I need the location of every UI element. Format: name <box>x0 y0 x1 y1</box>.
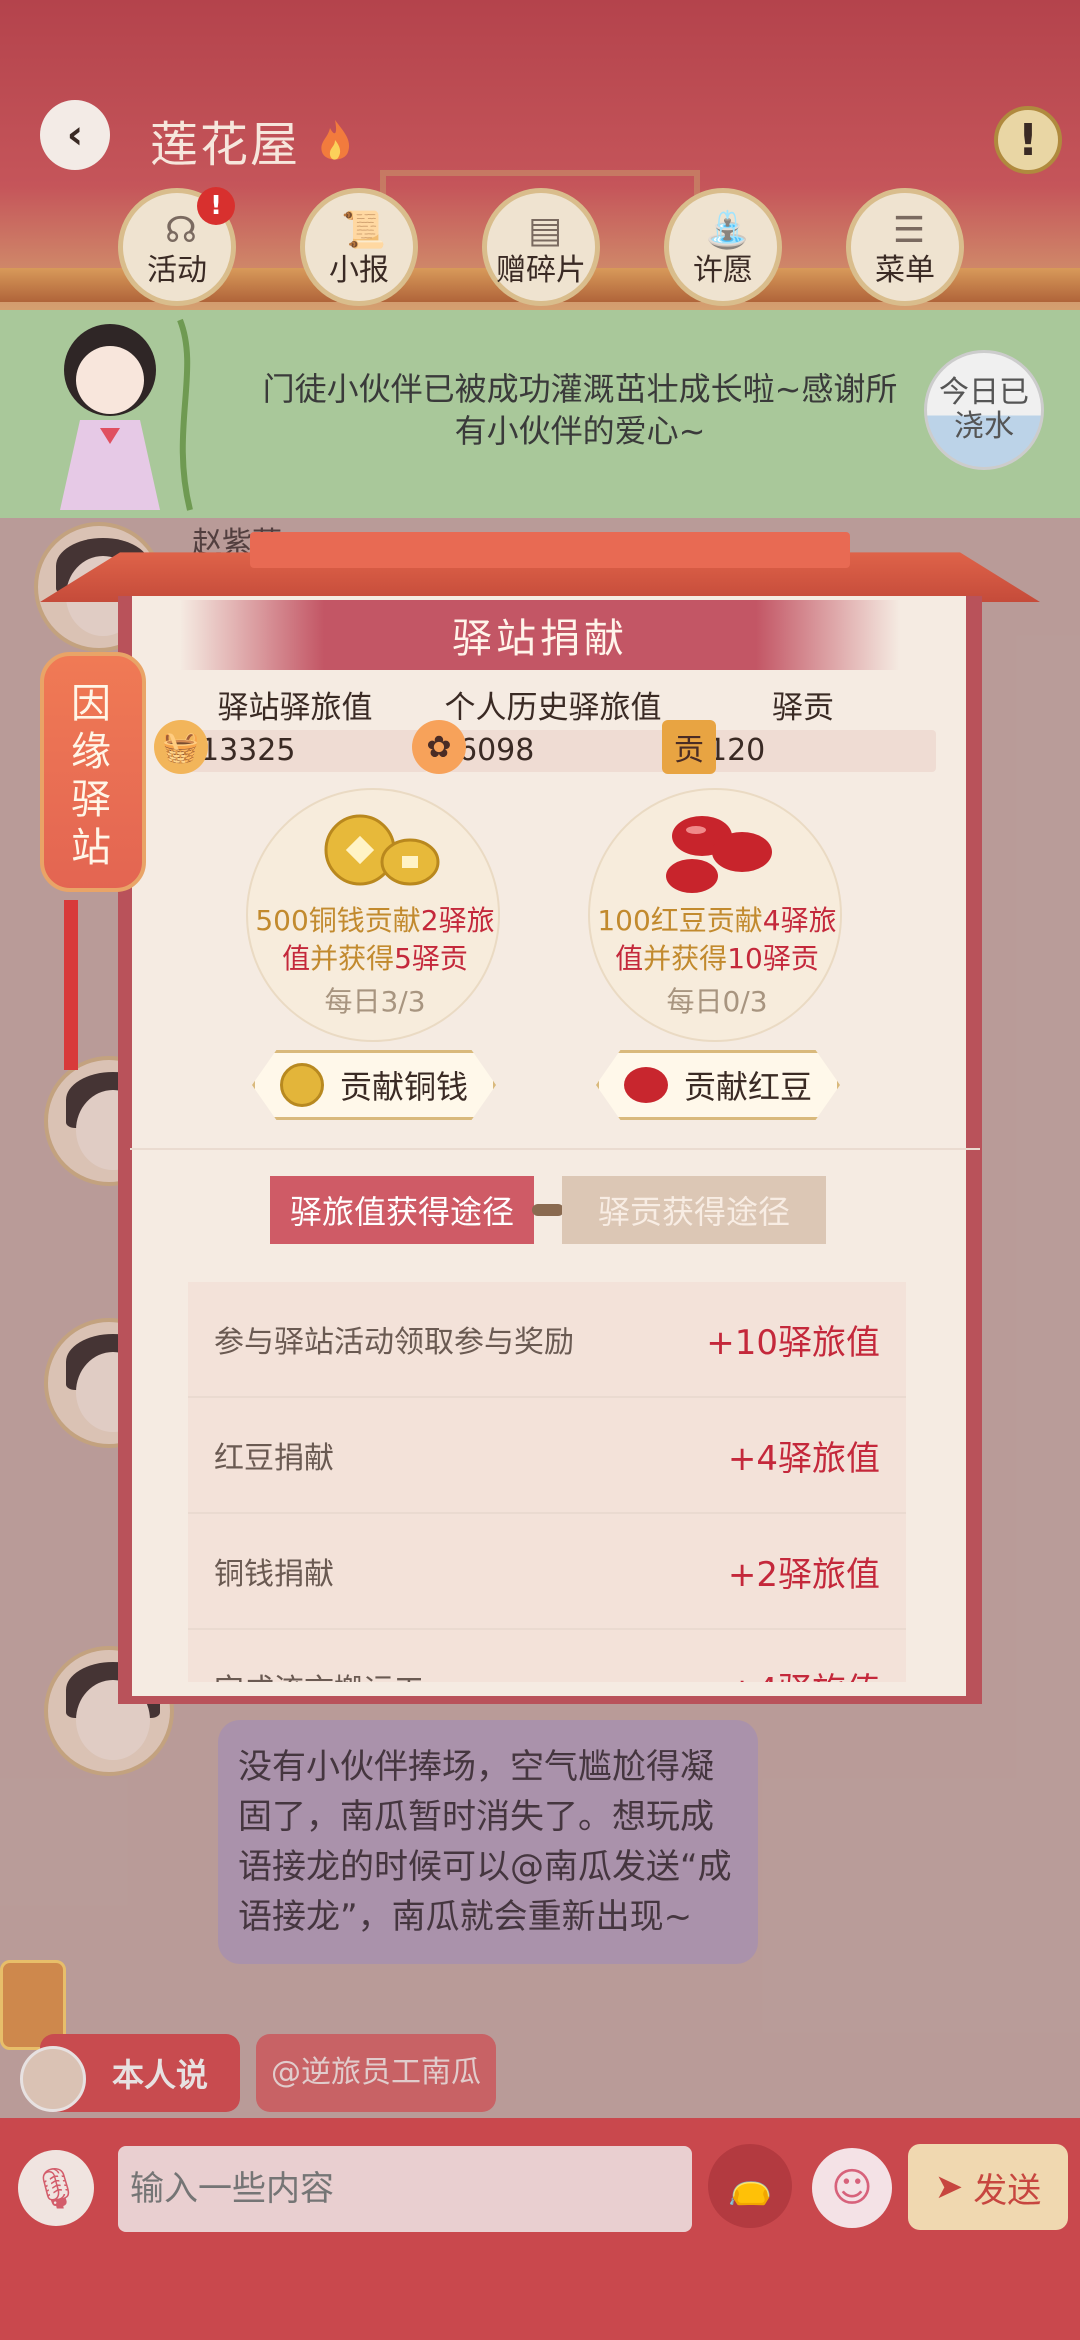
list-item: 完成流言搬运工 +4驿旅值 <box>188 1630 906 1683</box>
donate-text: 驿贡 <box>762 942 819 975</box>
list-item: 参与驿站活动领取参与奖励 +10驿旅值 <box>188 1282 906 1398</box>
scroll-icon: 📜 <box>341 210 386 251</box>
donate-text: 并获得 <box>310 942 395 975</box>
stat-personal-value: 个人历史驿旅值 6098 ✿ <box>412 682 688 774</box>
donate-number: 5 <box>394 942 412 975</box>
divider <box>130 1148 980 1150</box>
stat-tribute: 驿贡 120 贡 <box>662 682 938 774</box>
donate-text: 驿贡 <box>411 942 468 975</box>
top-nav: ☊ ! 活动 📜 小报 ▤ 赠碎片 ⛲ 许愿 ☰ 菜单 <box>118 187 964 306</box>
donate-text: 100红豆贡献 <box>597 904 763 937</box>
alert-badge: ! <box>197 187 235 225</box>
banner-message: 门徒小伙伴已被成功灌溉茁壮成长啦~感谢所有小伙伴的爱心~ <box>262 370 898 450</box>
send-button[interactable]: ➤ 发送 <box>908 2144 1068 2230</box>
send-label: 发送 <box>973 2170 1042 2211</box>
stat-station-value: 驿站驿旅值 13325 🧺 <box>154 682 430 774</box>
bottom-bar <box>0 2278 1080 2340</box>
tab-connector <box>532 1204 564 1216</box>
row-value: +10驿旅值 <box>706 1322 880 1363</box>
red-beans-icon <box>652 814 782 894</box>
tribute-icon: 贡 <box>662 720 716 774</box>
menu-icon: ☰ <box>892 210 926 251</box>
daily-limit: 每日0/3 <box>666 985 768 1018</box>
modal-pillar-right <box>966 596 982 1704</box>
button-label: 贡献铜钱 <box>339 1068 468 1106</box>
coin-donation-card: 500铜钱贡献2驿旅值并获得5驿贡 每日3/3 <box>246 788 500 1042</box>
emoji-button[interactable]: ☺ <box>812 2148 892 2228</box>
donate-coins-button[interactable]: 贡献铜钱 <box>252 1050 496 1120</box>
emoji-icon: ☺ <box>831 2165 873 2211</box>
daily-limit: 每日3/3 <box>324 985 426 1018</box>
nav-gift-fragments[interactable]: ▤ 赠碎片 <box>482 188 600 306</box>
cards-icon: ▤ <box>527 210 562 251</box>
exclamation-icon: ! <box>1017 114 1039 166</box>
tab-travel-value-sources[interactable]: 驿旅值获得途径 <box>270 1176 534 1244</box>
voice-button[interactable]: 🎙 <box>18 2150 94 2226</box>
row-label: 参与驿站活动领取参与奖励 <box>214 1325 574 1360</box>
stat-value: 6098 <box>446 730 686 772</box>
coin-icon <box>279 1063 324 1107</box>
row-value: +4驿旅值 <box>728 1663 880 1683</box>
watered-today-badge: 今日已浇水 <box>924 350 1044 470</box>
paper-plane-icon: ➤ <box>934 2167 964 2207</box>
donate-text: 500铜钱贡献 <box>255 904 421 937</box>
lantern-label: 因缘驿站 <box>71 681 111 871</box>
nav-newspaper[interactable]: 📜 小报 <box>300 188 418 306</box>
lantern-icon: ☊ <box>165 210 197 251</box>
basket-icon: 🧺 <box>154 720 208 774</box>
girl-illustration <box>30 310 230 520</box>
stat-label: 个人历史驿旅值 <box>444 690 662 726</box>
tab-tribute-sources[interactable]: 驿贡获得途径 <box>562 1176 826 1244</box>
bean-donation-card: 100红豆贡献4驿旅值并获得10驿贡 每日0/3 <box>588 788 842 1042</box>
modal-roof-ridge <box>250 532 850 568</box>
stat-value: 13325 <box>188 730 428 772</box>
donate-number: 10 <box>727 942 763 975</box>
flower-icon: ✿ <box>412 720 466 774</box>
donate-number: 4 <box>762 904 781 937</box>
nav-menu[interactable]: ☰ 菜单 <box>846 188 964 306</box>
watering-banner[interactable]: 门徒小伙伴已被成功灌溉茁壮成长啦~感谢所有小伙伴的爱心~ <box>0 310 1080 518</box>
row-value: +2驿旅值 <box>727 1554 880 1595</box>
coins-icon <box>310 814 440 894</box>
donate-text: 并获得 <box>643 942 728 975</box>
nav-wish[interactable]: ⛲ 许愿 <box>664 188 782 306</box>
stat-value: 120 <box>696 730 936 772</box>
row-label: 完成流言搬运工 <box>214 1665 424 1682</box>
list-item: 铜钱捐献 +2驿旅值 <box>188 1514 906 1630</box>
pouch-button[interactable]: 👝 <box>708 2144 792 2228</box>
donate-beans-button[interactable]: 贡献红豆 <box>596 1050 840 1120</box>
row-label: 红豆捐献 <box>214 1441 334 1476</box>
row-value: +4驿旅值 <box>727 1438 880 1479</box>
page-title: 莲花屋 <box>150 117 301 173</box>
red-bean-icon <box>623 1067 668 1103</box>
fountain-icon: ⛲ <box>705 210 750 251</box>
microphone-icon: 🎙 <box>30 2165 82 2212</box>
info-button[interactable]: ! <box>994 106 1062 174</box>
donate-number: 2 <box>420 904 439 937</box>
back-button[interactable]: ‹ <box>40 100 110 170</box>
button-label: 贡献红豆 <box>683 1068 812 1106</box>
pouch-icon: 👝 <box>727 2166 773 2207</box>
message-input[interactable] <box>118 2146 692 2232</box>
row-label: 铜钱捐献 <box>214 1557 334 1592</box>
fire-icon <box>314 118 356 166</box>
sources-list[interactable]: 参与驿站活动领取参与奖励 +10驿旅值 红豆捐献 +4驿旅值 铜钱捐献 +2驿旅… <box>188 1282 906 1682</box>
modal-title: 驿站捐献 <box>452 616 628 662</box>
nav-activity[interactable]: ☊ ! 活动 <box>118 187 236 306</box>
tassel <box>64 900 78 1070</box>
chevron-left-icon: ‹ <box>66 112 84 158</box>
stat-label: 驿站驿旅值 <box>217 690 373 726</box>
list-item: 红豆捐献 +4驿旅值 <box>188 1398 906 1514</box>
